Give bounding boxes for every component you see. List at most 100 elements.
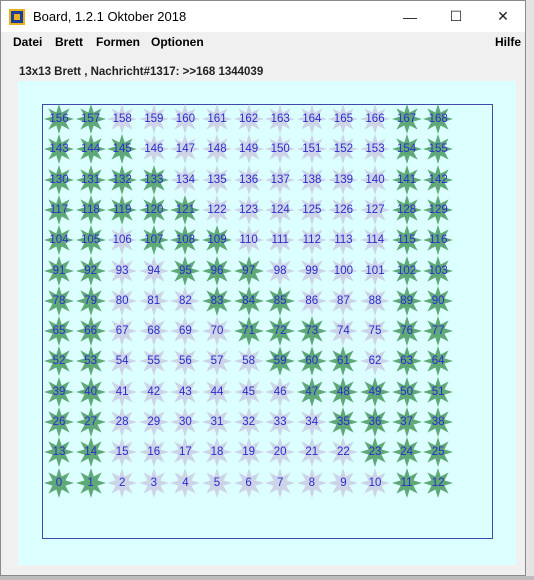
- board-cell[interactable]: 30: [169, 406, 201, 438]
- board-cell[interactable]: 27: [75, 406, 107, 438]
- board-cell[interactable]: 44: [201, 376, 233, 408]
- board-cell[interactable]: 25: [422, 436, 454, 468]
- board-cell[interactable]: 86: [296, 285, 328, 317]
- board-cell[interactable]: 84: [233, 285, 265, 317]
- board-cell[interactable]: 87: [327, 285, 359, 317]
- board-cell[interactable]: 135: [201, 164, 233, 196]
- board-cell[interactable]: 146: [138, 133, 170, 165]
- board-cell[interactable]: 102: [391, 255, 423, 287]
- board-cell[interactable]: 154: [391, 133, 423, 165]
- board-cell[interactable]: 46: [264, 376, 296, 408]
- board-cell[interactable]: 150: [264, 133, 296, 165]
- board-cell[interactable]: 14: [75, 436, 107, 468]
- board-cell[interactable]: 64: [422, 345, 454, 377]
- board-cell[interactable]: 159: [138, 103, 170, 135]
- board-cell[interactable]: 144: [75, 133, 107, 165]
- board-cell[interactable]: 40: [75, 376, 107, 408]
- board-cell[interactable]: 127: [359, 194, 391, 226]
- board-cell[interactable]: 17: [169, 436, 201, 468]
- board-cell[interactable]: 21: [296, 436, 328, 468]
- board-cell[interactable]: 165: [327, 103, 359, 135]
- board-cell[interactable]: 48: [327, 376, 359, 408]
- board-cell[interactable]: 65: [43, 315, 75, 347]
- menu-datei[interactable]: Datei: [13, 35, 42, 49]
- board-cell[interactable]: 47: [296, 376, 328, 408]
- board-cell[interactable]: 79: [75, 285, 107, 317]
- board-cell[interactable]: 68: [138, 315, 170, 347]
- board-cell[interactable]: 107: [138, 224, 170, 256]
- board-cell[interactable]: 118: [75, 194, 107, 226]
- board-cell[interactable]: 57: [201, 345, 233, 377]
- board-cell[interactable]: 39: [43, 376, 75, 408]
- board-cell[interactable]: 74: [327, 315, 359, 347]
- board-cell[interactable]: 2: [106, 467, 138, 499]
- board-cell[interactable]: 3: [138, 467, 170, 499]
- board-cell[interactable]: 75: [359, 315, 391, 347]
- board-cell[interactable]: 106: [106, 224, 138, 256]
- board-cell[interactable]: 18: [201, 436, 233, 468]
- board-cell[interactable]: 111: [264, 224, 296, 256]
- board-cell[interactable]: 130: [43, 164, 75, 196]
- board-cell[interactable]: 26: [43, 406, 75, 438]
- board-cell[interactable]: 151: [296, 133, 328, 165]
- minimize-button[interactable]: —: [387, 1, 433, 32]
- menu-formen[interactable]: Formen: [96, 35, 140, 49]
- board-cell[interactable]: 152: [327, 133, 359, 165]
- board-cell[interactable]: 43: [169, 376, 201, 408]
- board-cell[interactable]: 23: [359, 436, 391, 468]
- board-cell[interactable]: 90: [422, 285, 454, 317]
- board-cell[interactable]: 113: [327, 224, 359, 256]
- board-cell[interactable]: 147: [169, 133, 201, 165]
- board-cell[interactable]: 4: [169, 467, 201, 499]
- board-cell[interactable]: 140: [359, 164, 391, 196]
- board-cell[interactable]: 95: [169, 255, 201, 287]
- board-cell[interactable]: 63: [391, 345, 423, 377]
- board-cell[interactable]: 168: [422, 103, 454, 135]
- board-cell[interactable]: 82: [169, 285, 201, 317]
- board-cell[interactable]: 120: [138, 194, 170, 226]
- board-cell[interactable]: 134: [169, 164, 201, 196]
- board-cell[interactable]: 116: [422, 224, 454, 256]
- board-cell[interactable]: 123: [233, 194, 265, 226]
- board-cell[interactable]: 145: [106, 133, 138, 165]
- board-cell[interactable]: 45: [233, 376, 265, 408]
- board-cell[interactable]: 105: [75, 224, 107, 256]
- board-cell[interactable]: 119: [106, 194, 138, 226]
- board-grid[interactable]: 0 1 2 3 4 5 6 7 8 9 10 11 12 13 14 15 16 17 18 19 20 21 22 23 24…: [42, 104, 493, 539]
- board-cell[interactable]: 121: [169, 194, 201, 226]
- board-cell[interactable]: 92: [75, 255, 107, 287]
- board-cell[interactable]: 158: [106, 103, 138, 135]
- board-cell[interactable]: 71: [233, 315, 265, 347]
- board-cell[interactable]: 98: [264, 255, 296, 287]
- board-cell[interactable]: 37: [391, 406, 423, 438]
- board-cell[interactable]: 89: [391, 285, 423, 317]
- board-cell[interactable]: 41: [106, 376, 138, 408]
- board-cell[interactable]: 51: [422, 376, 454, 408]
- board-cell[interactable]: 142: [422, 164, 454, 196]
- board-cell[interactable]: 11: [391, 467, 423, 499]
- board-cell[interactable]: 124: [264, 194, 296, 226]
- board-cell[interactable]: 62: [359, 345, 391, 377]
- board-cell[interactable]: 32: [233, 406, 265, 438]
- board-cell[interactable]: 59: [264, 345, 296, 377]
- menu-hilfe[interactable]: Hilfe: [495, 35, 521, 49]
- board-cell[interactable]: 6: [233, 467, 265, 499]
- board-cell[interactable]: 126: [327, 194, 359, 226]
- board-cell[interactable]: 67: [106, 315, 138, 347]
- board-cell[interactable]: 99: [296, 255, 328, 287]
- board-cell[interactable]: 81: [138, 285, 170, 317]
- board-cell[interactable]: 50: [391, 376, 423, 408]
- board-cell[interactable]: 73: [296, 315, 328, 347]
- board-cell[interactable]: 10: [359, 467, 391, 499]
- board-cell[interactable]: 156: [43, 103, 75, 135]
- board-cell[interactable]: 24: [391, 436, 423, 468]
- board-cell[interactable]: 157: [75, 103, 107, 135]
- board-cell[interactable]: 13: [43, 436, 75, 468]
- board-cell[interactable]: 77: [422, 315, 454, 347]
- board-cell[interactable]: 19: [233, 436, 265, 468]
- title-bar[interactable]: Board, 1.2.1 Oktober 2018 — ☐ ✕: [1, 1, 525, 32]
- board-cell[interactable]: 114: [359, 224, 391, 256]
- board-cell[interactable]: 7: [264, 467, 296, 499]
- board-cell[interactable]: 83: [201, 285, 233, 317]
- board-cell[interactable]: 155: [422, 133, 454, 165]
